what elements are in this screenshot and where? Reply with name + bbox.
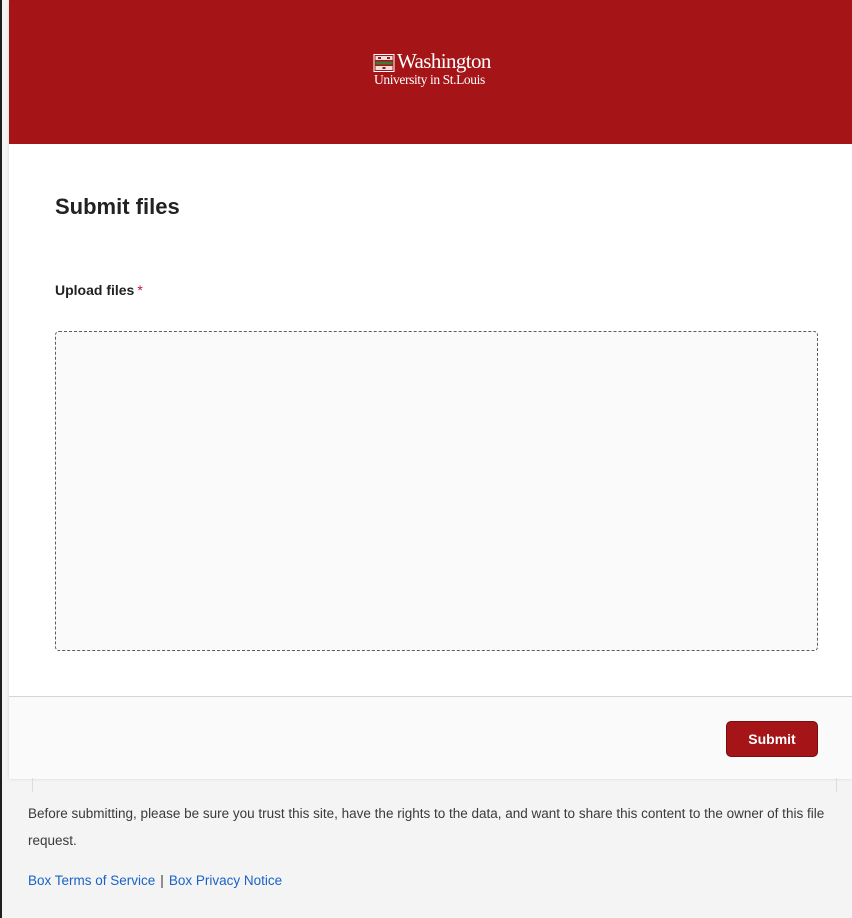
logo-wordmark-line2: University in St.Louis [374,72,485,87]
upload-files-label: Upload files * [55,282,143,298]
required-indicator: * [137,282,143,298]
page-title: Submit files [55,194,180,219]
university-logo: Washington University in St.Louis [373,51,491,87]
university-shield-icon [373,54,395,72]
terms-of-service-link[interactable]: Box Terms of Service [28,873,155,888]
divider-line-right [836,778,837,792]
brand-header: Washington University in St.Louis [9,0,852,144]
legal-links: Box Terms of Service | Box Privacy Notice [28,873,282,888]
logo-wordmark-line1: Washington [397,49,491,73]
file-request-card: Washington University in St.Louis Submit… [9,0,852,779]
window-edge [0,0,2,918]
card-footer: Submit [9,696,852,779]
link-separator: | [160,873,164,888]
privacy-notice-link[interactable]: Box Privacy Notice [169,873,282,888]
divider-line-left [32,778,33,792]
submission-disclaimer: Before submitting, please be sure you tr… [28,806,825,848]
page: Washington University in St.Louis Submit… [0,0,852,918]
submit-button[interactable]: Submit [726,721,818,757]
file-dropzone[interactable] [55,331,818,651]
upload-files-label-text: Upload files [55,282,135,298]
